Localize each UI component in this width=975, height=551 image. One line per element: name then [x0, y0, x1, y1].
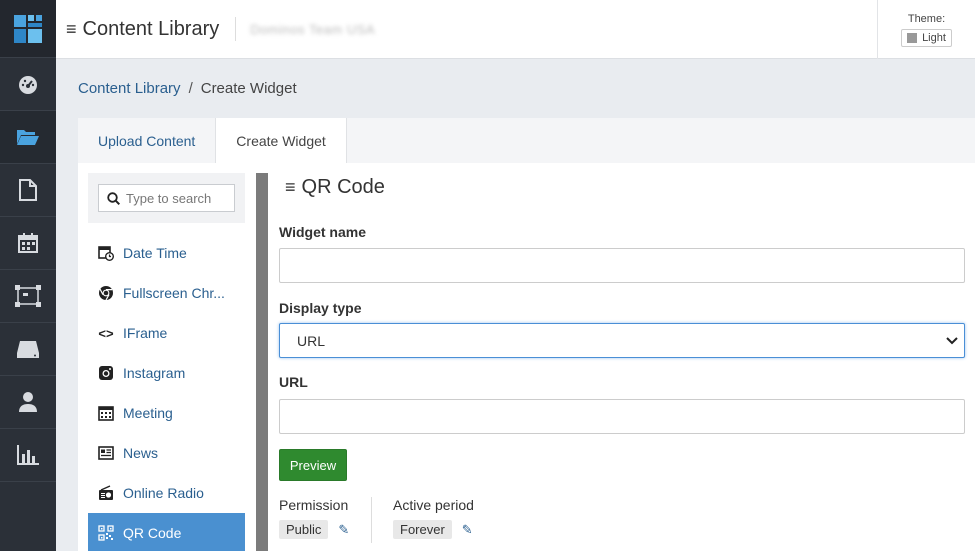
theme-label: Theme:	[907, 12, 946, 25]
widget-item-meeting[interactable]: Meeting	[88, 393, 245, 433]
tab-upload-content[interactable]: Upload Content	[78, 118, 215, 163]
app-logo[interactable]	[0, 0, 56, 58]
calendar-icon	[18, 233, 38, 253]
url-label: URL	[279, 374, 308, 390]
widget-item-label: Meeting	[123, 405, 173, 421]
widget-search-container	[88, 173, 245, 223]
instagram-icon	[97, 364, 115, 382]
radio-icon	[97, 484, 115, 502]
widget-item-online-radio[interactable]: Online Radio	[88, 473, 245, 513]
dashboard-icon	[19, 76, 37, 94]
breadcrumb-link-content-library[interactable]: Content Library	[78, 80, 181, 97]
nav-files[interactable]	[0, 164, 56, 217]
widget-item-date-time[interactable]: Date Time	[88, 233, 245, 273]
theme-toggle-button[interactable]: Light	[901, 28, 952, 47]
user-icon	[19, 392, 37, 412]
widget-item-label: Date Time	[123, 245, 187, 261]
chart-icon	[17, 445, 39, 465]
active-period-value: Forever	[393, 520, 452, 539]
widget-item-label: News	[123, 445, 159, 461]
theme-value: Light	[922, 31, 946, 44]
nav-layouts[interactable]	[0, 270, 56, 323]
search-icon	[107, 191, 120, 205]
chevron-down-icon	[946, 336, 958, 344]
display-type-select[interactable]: URL	[279, 323, 965, 358]
widget-item-fullscreen-chrome[interactable]: Fullscreen Chr...	[88, 273, 245, 313]
panel-splitter[interactable]	[256, 173, 268, 551]
nav-schedule[interactable]	[0, 217, 56, 270]
display-icon	[17, 341, 39, 358]
widget-item-iframe[interactable]: <> IFrame	[88, 313, 245, 353]
widget-item-instagram[interactable]: Instagram	[88, 353, 245, 393]
code-icon: <>	[98, 325, 114, 341]
left-rail	[0, 0, 56, 551]
widget-name-label: Widget name	[279, 224, 366, 240]
tab-create-widget[interactable]: Create Widget	[215, 118, 347, 163]
theme-swatch-icon	[907, 32, 918, 43]
qr-code-icon	[97, 524, 115, 542]
widget-item-label: QR Code	[123, 525, 182, 541]
content-panel: Date Time Fullscreen Chr... <> IFrame In…	[78, 163, 975, 551]
active-period-section: Active period Forever ✎	[393, 497, 474, 539]
widget-item-label: Fullscreen Chr...	[123, 285, 225, 301]
chrome-icon	[97, 284, 115, 302]
file-icon	[19, 179, 37, 201]
theme-switcher: Theme: Light	[877, 0, 975, 59]
calendar-clock-icon	[97, 244, 115, 262]
breadcrumb: Content Library / Create Widget	[78, 80, 297, 97]
nav-displays[interactable]	[0, 323, 56, 376]
form-title-text: QR Code	[301, 176, 385, 198]
meta-divider	[371, 497, 372, 543]
widget-item-label: Instagram	[123, 365, 186, 381]
nav-content-library[interactable]	[0, 111, 56, 164]
folder-open-icon	[17, 130, 39, 145]
form-title: ≡ QR Code	[285, 176, 385, 199]
widget-item-news[interactable]: News	[88, 433, 245, 473]
menu-icon: ≡	[285, 177, 296, 197]
header-divider	[235, 17, 237, 41]
layout-icon	[15, 285, 41, 307]
edit-active-period-icon[interactable]: ✎	[462, 522, 473, 538]
widget-search-input[interactable]	[126, 190, 226, 206]
nav-reports[interactable]	[0, 429, 56, 482]
nav-dashboard[interactable]	[0, 58, 56, 111]
widget-item-label: Online Radio	[123, 485, 204, 501]
widget-search[interactable]	[98, 184, 235, 212]
permission-label: Permission	[279, 497, 349, 513]
display-type-value: URL	[297, 332, 326, 349]
nav-users[interactable]	[0, 376, 56, 429]
permission-section: Permission Public ✎	[279, 497, 349, 539]
top-bar: ≡ Content Library Dominos Team USA Theme…	[56, 0, 975, 59]
menu-icon[interactable]: ≡	[66, 19, 77, 40]
preview-button[interactable]: Preview	[279, 449, 347, 481]
page-header: ≡ Content Library	[56, 18, 219, 41]
display-type-label: Display type	[279, 300, 362, 316]
meeting-calendar-icon	[97, 404, 115, 422]
widget-list: Date Time Fullscreen Chr... <> IFrame In…	[88, 173, 245, 551]
newspaper-icon	[97, 444, 115, 462]
widget-item-label: IFrame	[123, 325, 168, 341]
page-title: Content Library	[82, 17, 220, 40]
breadcrumb-current: Create Widget	[200, 80, 297, 97]
logo-icon	[14, 14, 42, 43]
url-field[interactable]	[279, 399, 965, 434]
breadcrumb-separator: /	[188, 80, 193, 97]
tab-bar: Upload Content Create Widget	[78, 118, 975, 163]
widget-item-qr-code[interactable]: QR Code	[88, 513, 245, 551]
active-period-label: Active period	[393, 497, 474, 513]
widget-name-field[interactable]	[279, 248, 965, 283]
edit-permission-icon[interactable]: ✎	[338, 522, 349, 538]
permission-value: Public	[279, 520, 329, 539]
team-name: Dominos Team USA	[250, 21, 376, 37]
